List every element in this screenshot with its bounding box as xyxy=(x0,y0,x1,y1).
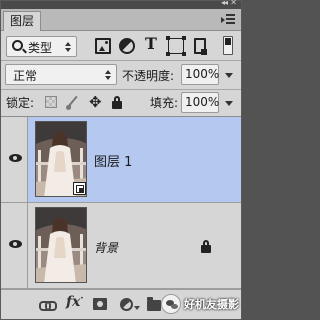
filter-row: 类型 T xyxy=(1,32,241,60)
new-adjustment-layer-icon[interactable] xyxy=(120,298,133,311)
layer-list: 图层 1 背景 xyxy=(1,117,241,289)
opacity-dropdown-icon[interactable] xyxy=(225,73,233,78)
type-layer-filter-icon[interactable]: T xyxy=(143,34,159,53)
blend-mode-select[interactable]: 正常 xyxy=(5,64,117,85)
watermark: 好机友摄影 xyxy=(161,293,239,315)
lock-label: 锁定: xyxy=(6,96,35,110)
smart-object-badge-icon xyxy=(73,182,86,195)
lock-row: 锁定: ✥ 填充: 100% xyxy=(1,90,241,116)
visibility-toggle[interactable] xyxy=(1,117,28,202)
filter-toggle-switch[interactable] xyxy=(223,36,233,55)
chevron-down-icon[interactable] xyxy=(134,306,140,310)
tab-layers[interactable]: 图层 xyxy=(3,11,41,31)
blend-row: 正常 不透明度: 100% xyxy=(1,61,241,89)
layer-name[interactable]: 图层 1 xyxy=(94,151,132,170)
filter-kind-label: 类型 xyxy=(28,41,53,55)
add-mask-icon[interactable] xyxy=(93,298,107,310)
layer-locked-icon xyxy=(201,240,211,253)
layer-thumbnail[interactable] xyxy=(35,207,87,283)
watermark-logo-icon xyxy=(161,294,181,314)
watermark-text: 好机友摄影 xyxy=(184,298,239,311)
updown-arrows-icon xyxy=(65,42,71,52)
link-layers-icon[interactable] xyxy=(39,298,57,312)
panel-tab-bar: 图层 xyxy=(1,9,241,31)
filter-kind-select[interactable]: 类型 xyxy=(6,36,77,57)
layer-row-layer-1[interactable]: 图层 1 xyxy=(1,117,241,203)
adjustment-layer-filter-icon[interactable] xyxy=(119,38,135,54)
lock-transparent-pixels-icon[interactable] xyxy=(45,96,57,108)
new-group-folder-icon[interactable] xyxy=(147,297,161,311)
pixel-layer-filter-icon[interactable] xyxy=(95,38,111,54)
lock-image-pixels-brush-icon[interactable] xyxy=(66,96,80,110)
layer-style-fx-icon[interactable]: fx· xyxy=(66,294,84,310)
eye-icon[interactable] xyxy=(9,154,22,162)
panel-top-strip: ◂◂ ✕ xyxy=(1,0,241,9)
smart-object-filter-icon[interactable] xyxy=(194,38,207,55)
fx-label: fx xyxy=(66,294,81,310)
eye-icon[interactable] xyxy=(9,240,22,248)
fill-dropdown-icon[interactable] xyxy=(225,101,233,106)
layers-panel: ◂◂ ✕ 图层 类型 T 正常 不透明度: 100% 锁定: ✥ 填充: 100… xyxy=(0,0,242,320)
updown-arrows-icon xyxy=(105,70,111,80)
opacity-input[interactable]: 100% xyxy=(181,64,219,85)
lock-all-icon[interactable] xyxy=(112,96,122,109)
lock-position-move-icon[interactable]: ✥ xyxy=(89,93,102,111)
shape-layer-filter-icon[interactable] xyxy=(166,36,186,56)
fill-label: 填充: xyxy=(150,96,179,110)
visibility-toggle[interactable] xyxy=(1,203,28,288)
fill-input[interactable]: 100% xyxy=(181,92,219,113)
opacity-label: 不透明度: xyxy=(122,69,175,83)
collapse-arrows-icon[interactable]: ◂◂ xyxy=(221,0,228,7)
layer-row-background[interactable]: 背景 xyxy=(1,203,241,289)
panel-menu-icon[interactable] xyxy=(221,12,235,26)
layer-name[interactable]: 背景 xyxy=(94,239,118,256)
search-icon xyxy=(12,40,23,51)
close-icon[interactable]: ✕ xyxy=(230,0,237,7)
blend-mode-value: 正常 xyxy=(13,69,38,83)
